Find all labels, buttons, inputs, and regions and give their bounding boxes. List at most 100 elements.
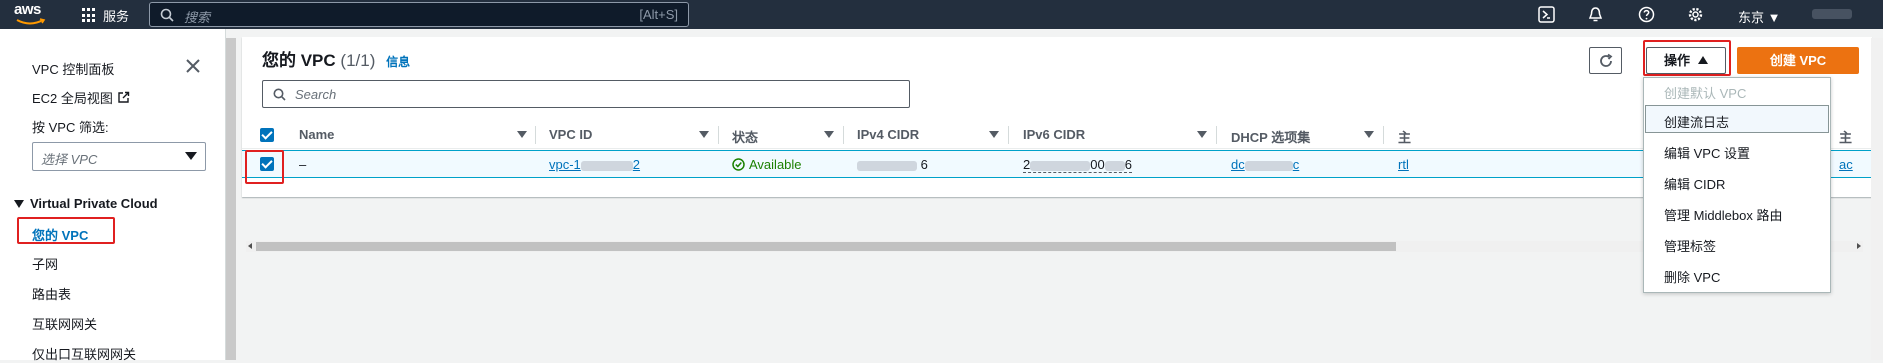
select-all-checkbox[interactable] xyxy=(260,128,274,142)
menu-item-edit-vpc-settings[interactable]: 编辑 VPC 设置 xyxy=(1664,143,1750,162)
redacted-text xyxy=(1030,160,1091,171)
refresh-button[interactable] xyxy=(1589,47,1622,74)
cloudshell-icon[interactable] xyxy=(1538,6,1555,23)
column-header-main-route[interactable]: 主 xyxy=(1398,127,1411,146)
filter-by-vpc-label: 按 VPC 筛选: xyxy=(32,120,109,135)
column-divider[interactable] xyxy=(843,126,844,144)
services-menu-button[interactable]: 服务 xyxy=(82,6,129,25)
column-divider[interactable] xyxy=(1216,126,1217,144)
menu-item-create-flow-log[interactable]: 创建流日志 xyxy=(1664,112,1729,131)
services-label: 服务 xyxy=(103,9,130,24)
sort-icon[interactable] xyxy=(1197,131,1207,138)
table-row[interactable]: – vpc-1 2 Available 6 2 00 6 dc c rtl ac xyxy=(242,150,1872,178)
top-navigation-bar: aws 服务 搜索 [Alt+S] 东京 ▼ xyxy=(0,0,1883,29)
sidebar-item-route-tables[interactable]: 路由表 xyxy=(32,284,71,303)
cell-dhcp[interactable]: dc c xyxy=(1231,157,1299,172)
sort-icon[interactable] xyxy=(824,131,834,138)
menu-item-manage-tags[interactable]: 管理标签 xyxy=(1664,236,1716,255)
check-circle-icon xyxy=(732,158,745,171)
aws-smile-icon xyxy=(16,18,46,25)
redacted-text xyxy=(1244,160,1293,171)
info-link[interactable]: 信息 xyxy=(386,55,410,69)
sidebar-item-internet-gateways[interactable]: 互联网网关 xyxy=(32,314,97,333)
sort-icon[interactable] xyxy=(517,131,527,138)
sidebar-item-ec2-global-view[interactable]: EC2 全局视图 xyxy=(32,88,130,107)
refresh-icon xyxy=(1600,53,1613,67)
sidebar-scrollbar[interactable] xyxy=(226,38,236,360)
cell-ipv6-cidr[interactable]: 2 00 6 xyxy=(1023,157,1132,173)
column-header-status[interactable]: 状态 xyxy=(732,127,758,146)
column-divider[interactable] xyxy=(1008,126,1009,144)
vertical-scrollbar[interactable] xyxy=(1871,38,1883,360)
scrollbar-thumb[interactable] xyxy=(256,242,1396,251)
global-search-input[interactable]: 搜索 [Alt+S] xyxy=(149,2,689,27)
menu-item-delete-vpc[interactable]: 删除 VPC xyxy=(1664,267,1720,286)
dhcp-prefix: dc xyxy=(1231,157,1245,172)
actions-dropdown-menu: 创建默认 VPC 创建流日志 编辑 VPC 设置 编辑 CIDR 管理 Midd… xyxy=(1643,77,1831,293)
region-selector[interactable]: 东京 ▼ xyxy=(1738,7,1780,26)
column-header-dhcp[interactable]: DHCP 选项集 xyxy=(1231,127,1310,146)
vpc-table-panel: 您的 VPC (1/1) 信息 操作 创建 VPC Search Name VP… xyxy=(242,37,1872,252)
account-menu-redacted[interactable] xyxy=(1812,9,1852,19)
main-content: 您的 VPC (1/1) 信息 操作 创建 VPC Search Name VP… xyxy=(240,29,1883,360)
horizontal-scrollbar[interactable] xyxy=(246,241,1863,252)
scroll-left-icon[interactable] xyxy=(248,243,252,249)
column-header-ipv6-cidr[interactable]: IPv6 CIDR xyxy=(1023,127,1085,142)
redacted-text xyxy=(857,160,917,171)
page-title: 您的 VPC (1/1) 信息 xyxy=(262,46,410,71)
column-header-ipv4-cidr[interactable]: IPv4 CIDR xyxy=(857,127,919,142)
caret-down-icon xyxy=(14,199,24,208)
create-vpc-button[interactable]: 创建 VPC xyxy=(1737,47,1859,74)
vpc-id-suffix: 2 xyxy=(632,157,641,172)
section-virtual-private-cloud[interactable]: Virtual Private Cloud xyxy=(14,196,158,211)
column-divider[interactable] xyxy=(1383,126,1384,144)
sort-icon[interactable] xyxy=(989,131,999,138)
highlight-box xyxy=(1643,40,1731,76)
cell-vpc-id[interactable]: vpc-1 2 xyxy=(549,157,640,172)
help-icon[interactable] xyxy=(1638,6,1655,23)
highlight-box xyxy=(17,217,115,244)
column-divider[interactable] xyxy=(718,126,719,144)
ipv6-cidr-suffix: 6 xyxy=(1124,157,1132,172)
gear-icon[interactable] xyxy=(1687,6,1704,23)
close-icon[interactable] xyxy=(185,58,201,74)
cell-status: Available xyxy=(732,157,802,172)
sidebar-item-subnets[interactable]: 子网 xyxy=(32,254,58,273)
sidebar: VPC 控制面板 EC2 全局视图 按 VPC 筛选: 选择 VPC Virtu… xyxy=(0,29,226,363)
menu-item-manage-middlebox-routes[interactable]: 管理 Middlebox 路由 xyxy=(1664,205,1782,224)
search-shortcut: [Alt+S] xyxy=(639,7,678,22)
page-title-text: 您的 VPC xyxy=(262,51,336,70)
status-text: Available xyxy=(749,157,802,172)
redacted-text xyxy=(1104,160,1125,171)
aws-logo[interactable]: aws xyxy=(14,2,52,27)
table-header: Name VPC ID 状态 IPv4 CIDR IPv6 CIDR DHCP … xyxy=(242,121,1872,149)
vpc-id-prefix: vpc-1 xyxy=(549,157,581,172)
vpc-filter-select[interactable]: 选择 VPC xyxy=(32,142,206,171)
ipv4-cidr-suffix: 6 xyxy=(920,157,928,172)
table-search-input[interactable]: Search xyxy=(262,80,910,108)
ipv6-cidr-prefix: 2 xyxy=(1023,157,1031,172)
column-header-name[interactable]: Name xyxy=(299,127,334,142)
sidebar-item-vpc-dashboard[interactable]: VPC 控制面板 xyxy=(32,59,114,78)
search-placeholder: 搜索 xyxy=(184,10,211,25)
search-icon xyxy=(160,8,174,22)
menu-item-create-default-vpc: 创建默认 VPC xyxy=(1664,86,1747,101)
column-header-vpc-id[interactable]: VPC ID xyxy=(549,127,592,142)
bell-icon[interactable] xyxy=(1587,6,1604,23)
external-link-icon xyxy=(118,91,130,103)
redacted-text xyxy=(580,160,633,171)
aws-logo-text: aws xyxy=(14,1,41,18)
scroll-right-icon[interactable] xyxy=(1857,243,1861,249)
menu-item-edit-cidr[interactable]: 编辑 CIDR xyxy=(1664,174,1725,193)
sort-icon[interactable] xyxy=(699,131,709,138)
column-header-main-acl[interactable]: 主 xyxy=(1839,127,1852,146)
cell-main-route-table[interactable]: rtl xyxy=(1398,157,1409,172)
ipv6-cidr-middle: 00 xyxy=(1090,157,1105,172)
column-divider[interactable] xyxy=(535,126,536,144)
sidebar-item-egress-only-gateways[interactable]: 仅出口互联网网关 xyxy=(32,344,136,363)
cell-main-acl[interactable]: ac xyxy=(1839,157,1853,172)
dhcp-suffix: c xyxy=(1292,157,1300,172)
sort-icon[interactable] xyxy=(1364,131,1374,138)
vpc-filter-placeholder: 选择 VPC xyxy=(41,152,98,167)
selection-count: (1/1) xyxy=(340,51,376,70)
